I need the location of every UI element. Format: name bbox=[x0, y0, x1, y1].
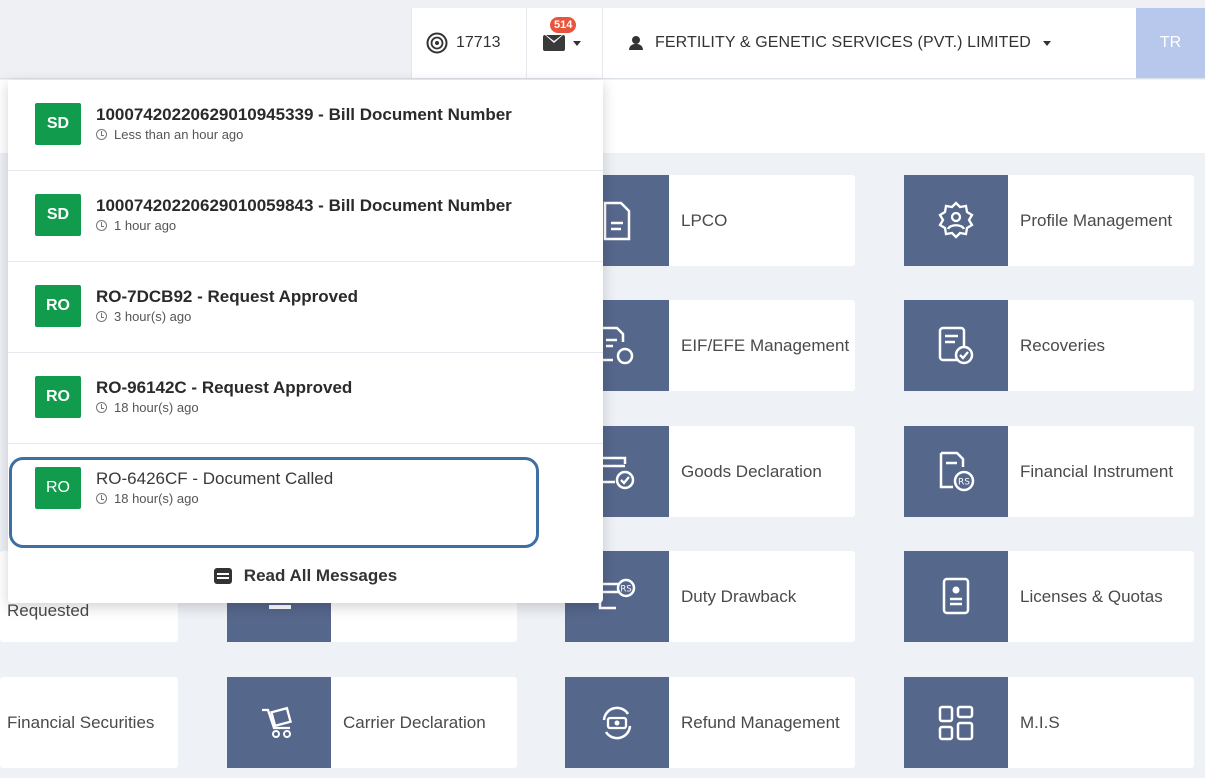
coin-balance[interactable]: 17713 bbox=[411, 8, 527, 78]
tile-label: EIF/EFE Management bbox=[681, 336, 850, 355]
user-icon bbox=[629, 36, 643, 50]
notification-tag: RO bbox=[35, 376, 81, 418]
mail-icon bbox=[543, 35, 565, 51]
tile-eif-efe-management[interactable]: EIF/EFE Management bbox=[565, 300, 855, 391]
company-menu[interactable]: FERTILITY & GENETIC SERVICES (PVT.) LIMI… bbox=[603, 8, 1136, 78]
notification-tag: RO bbox=[35, 285, 81, 327]
tile-label: M.I.S bbox=[1020, 713, 1060, 732]
tile-label: Goods Declaration bbox=[681, 462, 822, 481]
notification-item[interactable]: RO RO-7DCB92 - Request Approved 3 hour(s… bbox=[8, 262, 603, 353]
clock-icon bbox=[96, 402, 107, 413]
notification-time-row: 1 hour ago bbox=[96, 218, 176, 233]
tile-lpco[interactable]: LPCO bbox=[565, 175, 855, 266]
tile-label: Licenses & Quotas bbox=[1020, 587, 1163, 606]
tile-label: Financial Securities bbox=[7, 713, 155, 732]
notification-item[interactable]: SD 10007420220629010945339 - Bill Docume… bbox=[8, 80, 603, 171]
tile-label: Recoveries bbox=[1020, 336, 1106, 355]
tile-label: Profile Management bbox=[1020, 211, 1173, 230]
notification-tag: SD bbox=[35, 194, 81, 236]
notification-title: RO-96142C - Request Approved bbox=[96, 378, 353, 397]
document-check-icon bbox=[904, 300, 1008, 391]
notification-title: 10007420220629010059843 - Bill Document … bbox=[96, 196, 512, 215]
clock-icon bbox=[96, 311, 107, 322]
badge-id-icon bbox=[904, 551, 1008, 642]
coin-icon bbox=[426, 32, 448, 54]
notification-title: RO-7DCB92 - Request Approved bbox=[96, 287, 358, 306]
notification-time: 3 hour(s) ago bbox=[114, 309, 192, 324]
avatar[interactable]: TR bbox=[1136, 8, 1205, 78]
chevron-down-icon bbox=[1042, 40, 1051, 46]
tile-label: Financial Instrument bbox=[1020, 462, 1174, 481]
clock-icon bbox=[96, 220, 107, 231]
read-all-messages-button[interactable]: Read All Messages bbox=[8, 548, 603, 603]
notification-time: Less than an hour ago bbox=[114, 127, 244, 142]
envelope-open-icon bbox=[213, 567, 232, 584]
tile-profile-management[interactable]: Profile Management bbox=[904, 175, 1194, 266]
tile-label: LPCO bbox=[681, 211, 728, 230]
notification-time: 18 hour(s) ago bbox=[114, 400, 199, 415]
tile-financial-securities[interactable]: Financial Securities bbox=[0, 677, 178, 768]
tile-carrier-declaration[interactable]: Carrier Declaration bbox=[227, 677, 517, 768]
tile-recoveries[interactable]: Recoveries bbox=[904, 300, 1194, 391]
coin-count: 17713 bbox=[456, 34, 501, 51]
read-all-label: Read All Messages bbox=[243, 565, 398, 585]
chevron-down-icon bbox=[573, 40, 581, 46]
svg-text:RS: RS bbox=[958, 477, 970, 487]
selection-highlight bbox=[9, 457, 539, 548]
notification-time-row: 18 hour(s) ago bbox=[96, 400, 199, 415]
clock-icon bbox=[96, 129, 107, 140]
notification-time-row: 3 hour(s) ago bbox=[96, 309, 191, 324]
company-name: FERTILITY & GENETIC SERVICES (PVT.) LIMI… bbox=[655, 34, 1031, 51]
tile-mis[interactable]: M.I.S bbox=[904, 677, 1194, 768]
gear-user-icon bbox=[904, 175, 1008, 266]
refund-cycle-icon bbox=[565, 677, 669, 768]
svg-text:RS: RS bbox=[620, 584, 631, 594]
notification-title: 10007420220629010945339 - Bill Document … bbox=[96, 105, 512, 124]
document-rupee-icon: RS bbox=[904, 426, 1008, 517]
notification-item[interactable]: RO RO-96142C - Request Approved 18 hour(… bbox=[8, 353, 603, 444]
cart-icon bbox=[227, 677, 331, 768]
tile-label: Duty Drawback bbox=[681, 587, 797, 606]
tile-label: Refund Management bbox=[681, 713, 840, 732]
tile-duty-drawback[interactable]: RS Duty Drawback bbox=[565, 551, 855, 642]
notification-tag: SD bbox=[35, 103, 81, 145]
notification-time-row: Less than an hour ago bbox=[96, 127, 243, 142]
tile-label: Carrier Declaration bbox=[343, 713, 486, 732]
tile-refund-management[interactable]: Refund Management bbox=[565, 677, 855, 768]
tile-licenses-quotas[interactable]: Licenses & Quotas bbox=[904, 551, 1194, 642]
tile-financial-instrument[interactable]: RS Financial Instrument bbox=[904, 426, 1194, 517]
notification-item[interactable]: SD 10007420220629010059843 - Bill Docume… bbox=[8, 171, 603, 262]
notifications-dropdown: SD 10007420220629010945339 - Bill Docume… bbox=[8, 80, 603, 603]
top-bar: 17713 FERTILITY & GENETIC SERVICES (PVT.… bbox=[0, 0, 1205, 79]
grid-icon bbox=[904, 677, 1008, 768]
unread-badge: 514 bbox=[550, 17, 577, 33]
tile-goods-declaration[interactable]: Goods Declaration bbox=[565, 426, 855, 517]
notification-time: 1 hour ago bbox=[114, 218, 177, 233]
